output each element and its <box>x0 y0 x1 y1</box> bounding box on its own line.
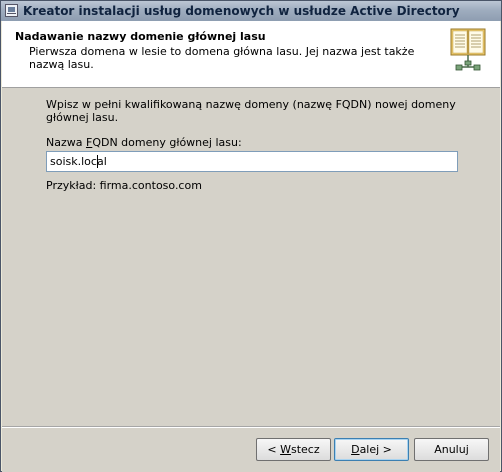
wizard-footer: < Wstecz Dalej > Anuluj <box>2 426 500 472</box>
wizard-window: Kreator instalacji usług domenowych w us… <box>0 0 502 472</box>
cancel-button[interactable]: Anuluj <box>414 438 489 461</box>
instruction-text: Wpisz w pełni kwalifikowaną nazwę domeny… <box>46 98 456 124</box>
next-button[interactable]: Dalej > <box>334 438 409 461</box>
book-network-icon <box>450 28 486 71</box>
page-description: Pierwsza domena w lesie to domena główna… <box>29 45 415 71</box>
fqdn-input[interactable] <box>46 151 458 172</box>
text-caret <box>97 155 98 168</box>
page-title: Nadawanie nazwy domenie głównej lasu <box>15 30 266 43</box>
wizard-header: Nadawanie nazwy domenie głównej lasu Pie… <box>2 21 500 88</box>
fqdn-label: Nazwa FQDN domeny głównej lasu: <box>46 136 242 149</box>
wizard-body: Wpisz w pełni kwalifikowaną nazwę domeny… <box>2 88 500 426</box>
back-button[interactable]: < Wstecz <box>256 438 331 461</box>
example-text: Przykład: firma.contoso.com <box>46 179 202 192</box>
title-bar[interactable]: Kreator instalacji usług domenowych w us… <box>1 1 501 21</box>
window-title: Kreator instalacji usług domenowych w us… <box>23 4 460 18</box>
app-icon[interactable] <box>5 4 18 17</box>
